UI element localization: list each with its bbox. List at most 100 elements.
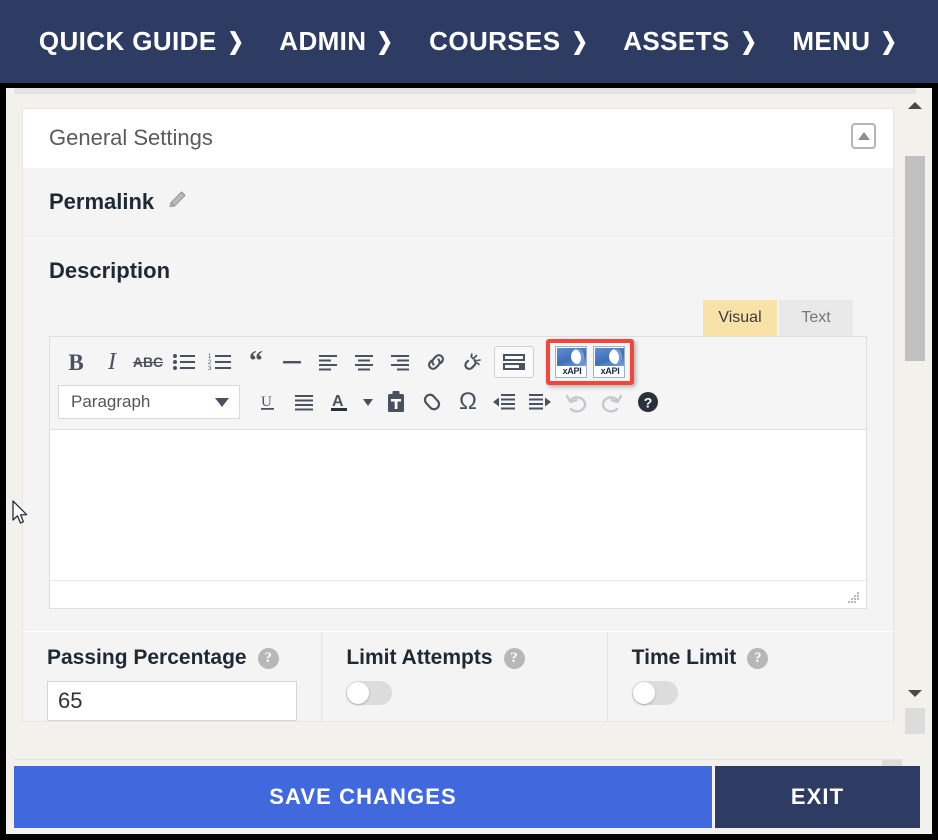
- vertical-scrollbar[interactable]: [904, 94, 926, 734]
- insert-link-icon[interactable]: [418, 344, 454, 380]
- align-left-icon[interactable]: [310, 344, 346, 380]
- nav-label: MENU: [792, 26, 871, 56]
- nav-label: COURSES: [429, 26, 561, 56]
- strikethrough-glyph: ABC: [132, 354, 164, 370]
- blockquote-icon[interactable]: “: [238, 344, 274, 380]
- italic-glyph: I: [108, 349, 116, 375]
- scroll-up-arrow-icon[interactable]: [904, 94, 926, 116]
- nav-item-quick-guide[interactable]: QUICK GUIDE ❯: [22, 26, 262, 57]
- exit-button[interactable]: EXIT: [715, 766, 920, 828]
- horizontal-rule-icon[interactable]: [274, 344, 310, 380]
- setting-header: Passing Percentage ?: [47, 646, 321, 670]
- xapi-icon-swoosh: [609, 349, 622, 364]
- strikethrough-icon[interactable]: ABC: [130, 344, 166, 380]
- settings-window: General Settings Permalink Description V…: [6, 88, 932, 834]
- help-icon[interactable]: ?: [747, 647, 769, 669]
- top-navigation-bar: QUICK GUIDE ❯ ADMIN ❯ COURSES ❯ ASSETS ❯…: [0, 0, 938, 83]
- remove-link-icon[interactable]: [454, 344, 490, 380]
- special-character-icon[interactable]: Ω: [450, 384, 486, 420]
- help-icon[interactable]: ?: [257, 647, 279, 669]
- nav-item-assets[interactable]: ASSETS ❯: [606, 26, 775, 57]
- paste-as-text-icon[interactable]: [378, 384, 414, 420]
- chevron-right-icon: ❯: [227, 28, 244, 54]
- setting-passing-percentage: Passing Percentage ?: [23, 632, 323, 721]
- nav-item-courses[interactable]: COURSES ❯: [412, 26, 606, 57]
- general-settings-panel: General Settings Permalink Description V…: [22, 108, 894, 722]
- indent-icon[interactable]: [522, 384, 558, 420]
- editor-content-area[interactable]: [50, 430, 866, 580]
- bold-glyph: B: [68, 349, 84, 375]
- tab-visual[interactable]: Visual: [703, 300, 777, 336]
- editor-mode-tabs: Visual Text: [49, 300, 853, 336]
- xapi-settings-icon[interactable]: xAPI: [593, 346, 625, 378]
- read-more-icon[interactable]: [494, 346, 534, 378]
- tab-text[interactable]: Text: [779, 300, 853, 336]
- svg-text:3: 3: [208, 366, 212, 372]
- collapse-up-icon[interactable]: [851, 123, 876, 149]
- keyboard-shortcuts-help-icon[interactable]: ?: [630, 384, 666, 420]
- help-icon[interactable]: ?: [503, 647, 525, 669]
- limit-attempts-label: Limit Attempts: [346, 646, 493, 669]
- format-select[interactable]: Paragraph: [58, 385, 240, 419]
- align-justify-icon[interactable]: [286, 384, 322, 420]
- undo-icon[interactable]: [558, 384, 594, 420]
- setting-header: Limit Attempts ?: [346, 646, 606, 670]
- outdent-icon[interactable]: [486, 384, 522, 420]
- up-triangle: [908, 101, 922, 109]
- align-right-icon[interactable]: [382, 344, 418, 380]
- nav-label: QUICK GUIDE: [38, 26, 217, 56]
- permalink-label: Permalink: [49, 189, 155, 214]
- footer-action-bar: SAVE CHANGES EXIT: [14, 766, 920, 828]
- setting-header: Time Limit ?: [632, 646, 893, 670]
- time-limit-toggle[interactable]: [631, 681, 678, 705]
- chevron-down-icon: [215, 397, 229, 407]
- clear-formatting-icon[interactable]: [414, 384, 450, 420]
- chevron-right-icon: ❯: [376, 28, 394, 54]
- italic-icon[interactable]: I: [94, 344, 130, 380]
- align-center-icon[interactable]: [346, 344, 382, 380]
- vertical-scrollbar-thumb[interactable]: [905, 156, 925, 361]
- description-block: Description Visual Text B I ABC 1 2 3 “ …: [23, 237, 893, 631]
- svg-text:A: A: [332, 393, 344, 410]
- nav-item-admin[interactable]: ADMIN ❯: [262, 26, 412, 57]
- text-color-icon[interactable]: A: [322, 384, 358, 420]
- text-color-dropdown-icon[interactable]: [358, 384, 378, 420]
- numbered-list-icon[interactable]: 123: [202, 344, 238, 380]
- underline-icon[interactable]: U: [250, 384, 286, 420]
- nav-item-menu[interactable]: MENU ❯: [775, 26, 916, 57]
- scroll-down-arrow-icon[interactable]: [904, 682, 926, 704]
- scrollbar-corner: [905, 708, 925, 734]
- chevron-right-icon: ❯: [571, 28, 588, 54]
- setting-time-limit: Time Limit ?: [608, 632, 893, 721]
- save-changes-button[interactable]: SAVE CHANGES: [14, 766, 712, 828]
- chevron-right-icon: ❯: [880, 28, 898, 54]
- setting-limit-attempts: Limit Attempts ?: [322, 632, 608, 721]
- redo-icon[interactable]: [594, 384, 630, 420]
- time-limit-label: Time Limit: [631, 646, 737, 669]
- bullet-list-icon[interactable]: [166, 344, 202, 380]
- bold-icon[interactable]: B: [58, 344, 94, 380]
- scroll-viewport: General Settings Permalink Description V…: [14, 94, 902, 734]
- permalink-row: Permalink: [23, 167, 893, 237]
- passing-percentage-input[interactable]: [47, 681, 297, 721]
- xapi-icon-swoosh: [571, 349, 584, 364]
- passing-percentage-label: Passing Percentage: [47, 646, 247, 669]
- collapse-triangle: [857, 132, 870, 140]
- editor-toolbar: B I ABC 123 “ xAPI xAPI Paragraph U A Ω …: [50, 337, 866, 430]
- chevron-down-small-icon: [363, 398, 373, 406]
- format-select-value: Paragraph: [71, 392, 151, 411]
- screen: QUICK GUIDE ❯ ADMIN ❯ COURSES ❯ ASSETS ❯…: [0, 0, 938, 840]
- svg-text:?: ?: [644, 395, 653, 411]
- editor-statusbar: [50, 580, 866, 608]
- quote-glyph: “: [249, 345, 263, 377]
- page-title: General Settings: [49, 125, 213, 150]
- limit-attempts-toggle[interactable]: [346, 681, 393, 705]
- omega-glyph: Ω: [459, 388, 477, 415]
- xapi-icon-label: xAPI: [556, 366, 586, 376]
- quiz-settings-row: Passing Percentage ? Limit Attempts ?: [23, 631, 893, 721]
- xapi-insert-icon[interactable]: xAPI: [555, 346, 587, 378]
- editor-toolbar-row-1: B I ABC 123 “ xAPI xAPI: [58, 339, 858, 385]
- pencil-icon[interactable]: [166, 188, 190, 217]
- resize-grip-icon[interactable]: [847, 591, 861, 605]
- rich-text-editor: B I ABC 123 “ xAPI xAPI Paragraph U A Ω …: [49, 336, 867, 609]
